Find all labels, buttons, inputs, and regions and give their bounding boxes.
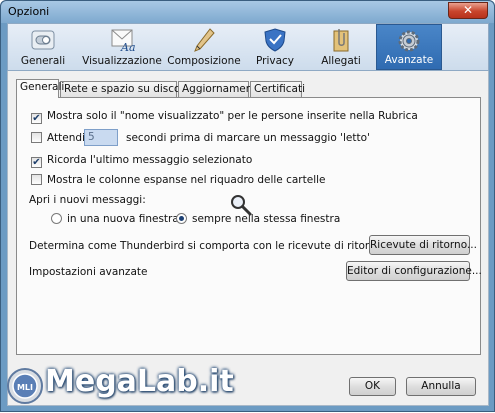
ok-button[interactable]: OK [349, 377, 396, 396]
tab-panel-generali: ✔ Mostra solo il "nome visualizzato" per … [16, 97, 482, 355]
toolbar-label: Avanzate [384, 54, 434, 66]
config-editor-button[interactable]: Editor di configurazione... [346, 261, 482, 281]
tab-aggiornamenti[interactable]: Aggiornamenti [178, 81, 259, 97]
tab-rete-spazio-disco[interactable]: Rete e spazio su disco [60, 81, 180, 97]
window-title: Opzioni [8, 5, 50, 18]
toolbar-visualizzazione-button[interactable]: Aa Visualizzazione [82, 24, 162, 70]
show-display-name-option[interactable]: ✔ Mostra solo il "nome visualizzato" per … [31, 110, 418, 124]
watermark-text: MegaLab.it [45, 364, 234, 399]
pen-icon [194, 28, 215, 52]
expanded-columns-checkbox[interactable] [31, 174, 42, 185]
remember-last-checkbox[interactable]: ✔ [31, 157, 42, 168]
options-content: Generali Rete e spazio su disco Aggiorna… [7, 71, 489, 406]
tab-generali[interactable]: Generali [16, 79, 64, 98]
toolbar-label: Visualizzazione [82, 55, 162, 67]
toolbar-avanzate-button[interactable]: Avanzate [376, 24, 442, 70]
remember-last-option[interactable]: ✔ Ricorda l'ultimo messaggio selezionato [31, 154, 252, 168]
toolbar-label: Generali [20, 55, 66, 67]
open-new-window-label: in una nuova finestra [67, 213, 179, 225]
wait-before-read-option[interactable]: Attendi [31, 132, 85, 144]
open-messages-label: Apri i nuovi messaggi: [29, 194, 146, 206]
wait-seconds-input[interactable]: 5 [84, 129, 118, 146]
show-display-name-label: Mostra solo il "nome visualizzato" per l… [47, 110, 418, 122]
gear-icon [398, 30, 420, 52]
open-new-window-radio[interactable] [51, 213, 62, 224]
toolbar-label: Privacy [255, 55, 295, 67]
toolbar-generali-button[interactable]: Generali [10, 24, 76, 70]
switch-icon [31, 30, 55, 50]
logo-initials: MLI [17, 383, 33, 392]
title-bar[interactable]: Opzioni ✕ [1, 1, 494, 23]
open-same-window-option[interactable]: sempre nella stessa finestra [176, 213, 340, 225]
open-same-window-radio[interactable] [176, 213, 187, 224]
wait-before-read-label: Attendi [47, 132, 85, 144]
wait-before-read-checkbox[interactable] [31, 132, 42, 143]
megalab-logo-icon: MLI [7, 368, 43, 404]
font-letter-icon: Aa [111, 29, 136, 53]
open-same-window-label: sempre nella stessa finestra [192, 213, 341, 225]
toolbar-composizione-button[interactable]: Composizione [166, 24, 242, 70]
receipts-text: Determina come Thunderbird si comporta c… [29, 240, 383, 252]
expanded-columns-label: Mostra le colonne espanse nel riquadro d… [47, 174, 326, 186]
toolbar-allegati-button[interactable]: Allegati [312, 24, 370, 70]
megalab-watermark: MLI MegaLab.it [1, 358, 234, 413]
preferences-toolbar: Generali Aa Visualizzazione Composizione [7, 23, 489, 71]
magnifier-cursor-icon [231, 195, 252, 216]
tab-certificati[interactable]: Certificati [250, 81, 305, 97]
shield-icon [264, 28, 286, 52]
cancel-button[interactable]: Annulla [406, 377, 476, 396]
show-display-name-checkbox[interactable]: ✔ [31, 113, 42, 124]
close-button[interactable]: ✕ [448, 2, 488, 19]
wait-seconds-suffix: secondi prima di marcare un messaggio 'l… [126, 132, 370, 144]
toolbar-label: Composizione [167, 55, 241, 67]
options-window: Opzioni ✕ Generali Aa Visualizzazione Co… [0, 0, 495, 412]
toolbar-label: Allegati [321, 55, 361, 67]
remember-last-label: Ricorda l'ultimo messaggio selezionato [47, 154, 253, 166]
open-new-window-option[interactable]: in una nuova finestra [51, 213, 179, 225]
advanced-settings-text: Impostazioni avanzate [29, 266, 148, 278]
expanded-columns-option[interactable]: Mostra le colonne espanse nel riquadro d… [31, 174, 326, 186]
receipts-button[interactable]: Ricevute di ritorno... [369, 235, 477, 255]
svg-text:Aa: Aa [120, 41, 136, 53]
paperclip-folder-icon [333, 29, 349, 52]
toolbar-privacy-button[interactable]: Privacy [246, 24, 304, 70]
